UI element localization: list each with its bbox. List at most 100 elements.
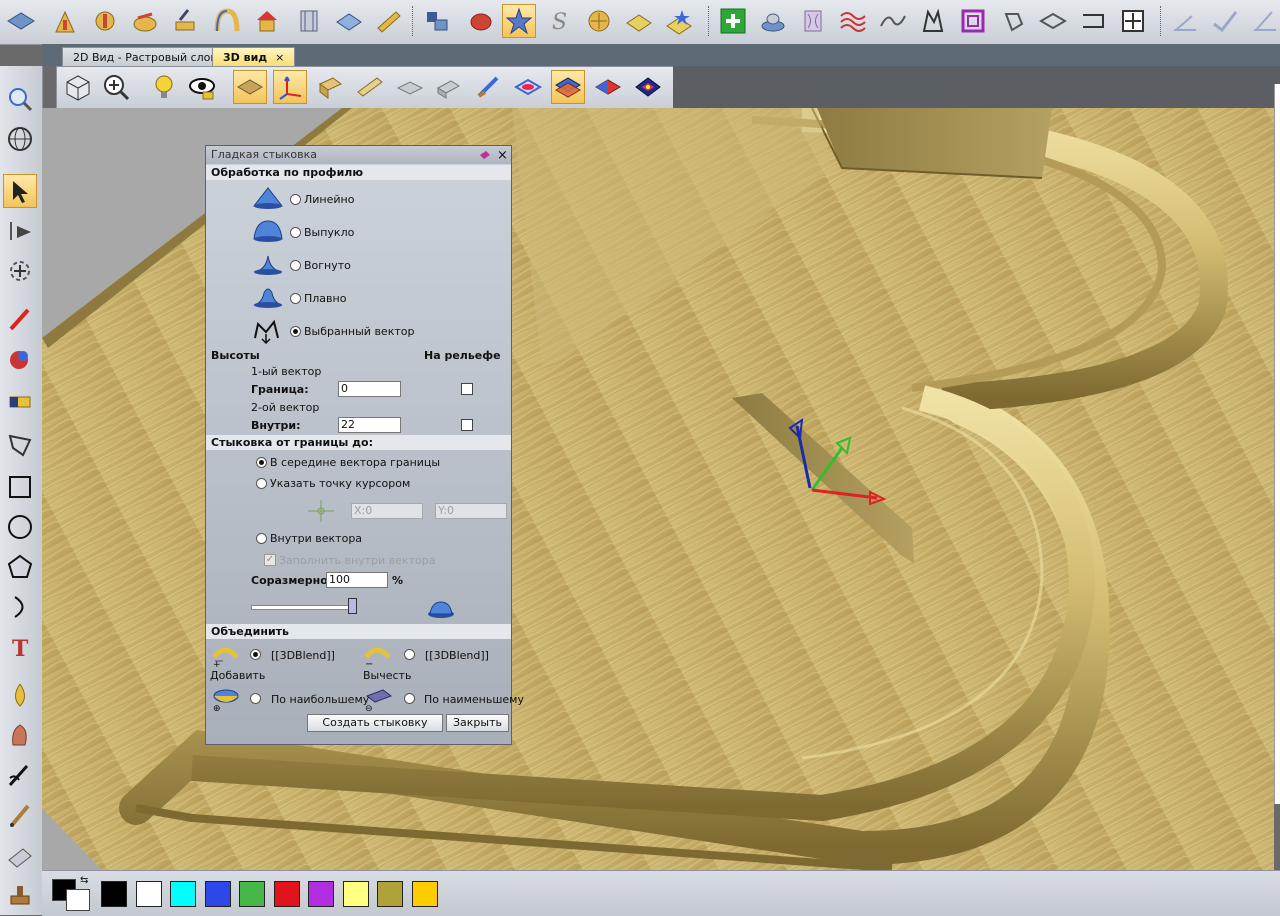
smooth-radio[interactable] (290, 293, 301, 304)
check-measure-icon[interactable] (1208, 4, 1242, 38)
palette-swatch[interactable] (204, 881, 231, 907)
tab-2d-view[interactable]: 2D Вид - Растровый слой (62, 47, 229, 67)
relief-shape-icon[interactable] (88, 4, 122, 38)
relief-sculpt-icon[interactable] (128, 4, 162, 38)
star-relief-icon[interactable] (502, 4, 536, 38)
palette-swatch[interactable] (239, 881, 265, 907)
close-dialog-button[interactable]: Закрыть (446, 714, 509, 732)
eye-view-icon[interactable] (185, 70, 219, 104)
board-view-icon[interactable] (353, 70, 387, 104)
concave-radio[interactable] (290, 260, 301, 271)
grey-box-icon[interactable] (431, 70, 465, 104)
drop-tool-icon[interactable] (3, 678, 37, 712)
fill-color-icon[interactable] (3, 342, 37, 376)
subtract-radio[interactable] (404, 649, 415, 660)
frame-icon[interactable] (956, 4, 990, 38)
palette-swatch[interactable] (170, 881, 196, 907)
relief-knife-icon[interactable] (372, 4, 406, 38)
relief-up-icon[interactable] (48, 4, 82, 38)
selected-vector-radio[interactable] (290, 326, 301, 337)
relief-column-icon[interactable] (292, 4, 326, 38)
sculpt-pen-icon[interactable] (3, 758, 37, 792)
wire-view-icon[interactable] (511, 70, 545, 104)
x-coordinate-input[interactable]: X:0 (351, 503, 423, 519)
proportional-input[interactable]: 100 (326, 572, 388, 588)
select-arrow-icon[interactable] (3, 174, 37, 208)
brush-view-icon[interactable] (471, 70, 505, 104)
inside-on-relief-checkbox[interactable] (461, 419, 473, 431)
stamp-tool-icon[interactable] (3, 878, 37, 912)
slider-thumb[interactable] (348, 598, 357, 614)
transform-icon[interactable] (3, 254, 37, 288)
palette-swatch[interactable] (411, 881, 438, 907)
palette-swatch[interactable] (135, 881, 162, 907)
linear-radio[interactable] (290, 194, 301, 205)
sparkle-icon[interactable] (662, 4, 696, 38)
proportional-slider[interactable] (251, 597, 361, 615)
circle-icon[interactable] (3, 510, 37, 544)
pen-shape-icon[interactable] (916, 4, 950, 38)
palette-swatch[interactable] (273, 881, 300, 907)
dialog-close-icon[interactable]: × (497, 148, 508, 163)
border-on-relief-checkbox[interactable] (461, 383, 473, 395)
min-radio[interactable] (404, 693, 415, 704)
curve-icon[interactable] (876, 4, 910, 38)
plane-view-icon[interactable] (233, 70, 267, 104)
eraser-tool-icon[interactable] (3, 838, 37, 872)
zoom-in-icon[interactable] (99, 70, 133, 104)
axes-icon[interactable] (273, 70, 307, 104)
add-radio[interactable] (250, 649, 261, 660)
inside-vector-radio[interactable] (256, 533, 267, 544)
s-curve-icon[interactable]: S (542, 4, 576, 38)
weave-icon[interactable] (582, 4, 616, 38)
swap-colors-icon[interactable]: ⇆ (80, 875, 88, 886)
zoom-area-icon[interactable] (3, 82, 37, 116)
tab-3d-view[interactable]: 3D вид × (212, 47, 296, 67)
palette-swatch[interactable] (342, 881, 369, 907)
relief-arch-icon[interactable] (210, 4, 244, 38)
palette-swatch[interactable] (377, 881, 403, 907)
mirror-relief-icon[interactable] (796, 4, 830, 38)
text-tool-icon[interactable]: T (3, 630, 37, 664)
heightmap-view-icon[interactable] (631, 70, 665, 104)
middle-vector-radio[interactable] (256, 457, 267, 468)
globe-icon[interactable] (3, 122, 37, 156)
rotate-shape-icon[interactable] (996, 4, 1030, 38)
texture-icon[interactable] (622, 4, 656, 38)
polygon-icon[interactable] (3, 550, 37, 584)
shell-tool-icon[interactable] (3, 718, 37, 752)
brush-tool-icon[interactable] (3, 798, 37, 832)
polyline-icon[interactable] (3, 428, 37, 462)
tab-close-icon[interactable]: × (275, 51, 284, 64)
inside-height-input[interactable]: 22 (338, 417, 401, 433)
arc-icon[interactable] (3, 590, 37, 624)
notch-shape-icon[interactable] (1076, 4, 1110, 38)
wave-relief-icon[interactable] (836, 4, 870, 38)
fit-view-icon[interactable] (1116, 4, 1150, 38)
relief-slab-icon[interactable] (332, 4, 366, 38)
pin-icon[interactable] (478, 149, 492, 164)
node-edit-icon[interactable] (3, 214, 37, 248)
crosshair-icon[interactable] (306, 498, 336, 527)
cursor-point-radio[interactable] (256, 478, 267, 489)
block-view-icon[interactable] (313, 70, 347, 104)
y-coordinate-input[interactable]: Y:0 (435, 503, 507, 519)
palette-swatch[interactable] (308, 881, 334, 907)
add-relief-icon[interactable] (716, 4, 750, 38)
relief-stamp-icon[interactable] (168, 4, 202, 38)
gradient-view-icon[interactable] (591, 70, 625, 104)
cube-view-icon[interactable] (61, 70, 95, 104)
convex-radio[interactable] (290, 227, 301, 238)
create-blend-button[interactable]: Создать стыковку (307, 714, 443, 732)
layers-icon[interactable] (420, 4, 454, 38)
light-bulb-icon[interactable] (147, 70, 181, 104)
slant-shape-icon[interactable] (1036, 4, 1070, 38)
smooth-relief-icon[interactable] (756, 4, 790, 38)
fill-inside-checkbox[interactable]: ✓ (264, 554, 276, 566)
border-height-input[interactable]: 0 (338, 381, 401, 397)
relief-house-icon[interactable] (250, 4, 284, 38)
eraser-color-icon[interactable] (3, 384, 37, 418)
measure-icon[interactable] (1168, 4, 1202, 38)
pencil-icon[interactable] (3, 302, 37, 336)
plane-icon[interactable] (4, 4, 38, 38)
